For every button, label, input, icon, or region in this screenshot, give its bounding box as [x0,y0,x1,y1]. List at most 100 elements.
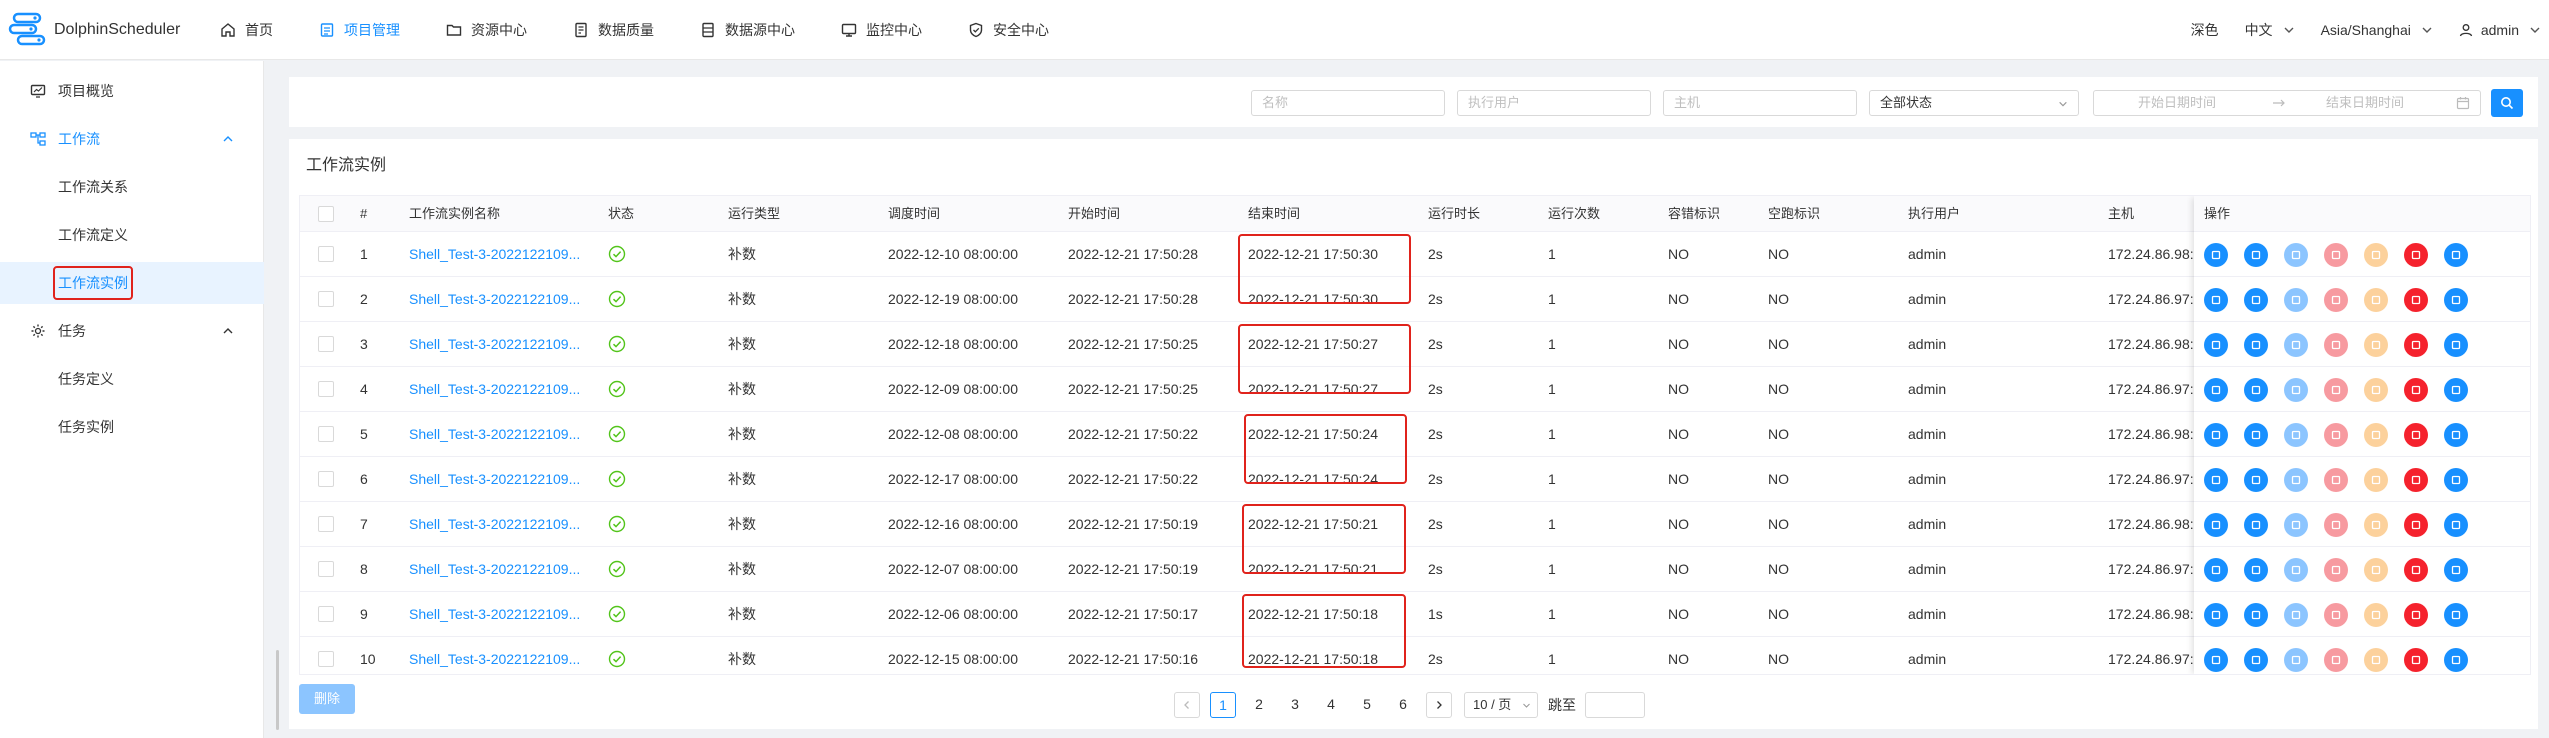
recover-failed-button[interactable] [2284,288,2308,312]
jump-page-input[interactable] [1585,692,1645,718]
cell-instance-name[interactable]: Shell_Test-3-2022122109... [409,592,580,637]
delete-button[interactable] [2404,423,2428,447]
batch-delete-button[interactable]: 删除 [299,684,355,714]
cell-instance-name[interactable]: Shell_Test-3-2022122109... [409,412,580,457]
sidebar-item-task-definition[interactable]: 任务定义 [0,358,264,400]
delete-button[interactable] [2404,513,2428,537]
pause-button[interactable] [2364,648,2388,672]
sidebar-item-workflow-instance[interactable]: 工作流实例 [0,262,264,304]
delete-button[interactable] [2404,333,2428,357]
cell-instance-name[interactable]: Shell_Test-3-2022122109... [409,637,580,674]
row-checkbox[interactable] [318,516,334,532]
rerun-button[interactable] [2244,468,2268,492]
recover-failed-button[interactable] [2284,243,2308,267]
page-3[interactable]: 3 [1282,692,1308,718]
stop-button[interactable] [2324,333,2348,357]
edit-button[interactable] [2204,513,2228,537]
gantt-button[interactable] [2444,468,2468,492]
nav-security[interactable]: 安全中心 [968,20,1049,40]
next-page-button[interactable] [1426,692,1452,718]
cell-instance-name[interactable]: Shell_Test-3-2022122109... [409,277,580,322]
pause-button[interactable] [2364,333,2388,357]
page-6[interactable]: 6 [1390,692,1416,718]
delete-button[interactable] [2404,603,2428,627]
gantt-button[interactable] [2444,333,2468,357]
page-1[interactable]: 1 [1210,692,1236,718]
delete-button[interactable] [2404,243,2428,267]
delete-button[interactable] [2404,468,2428,492]
recover-failed-button[interactable] [2284,468,2308,492]
stop-button[interactable] [2324,468,2348,492]
row-checkbox[interactable] [318,246,334,262]
rerun-button[interactable] [2244,378,2268,402]
row-checkbox[interactable] [318,291,334,307]
prev-page-button[interactable] [1174,692,1200,718]
pause-button[interactable] [2364,513,2388,537]
select-all-checkbox[interactable] [318,206,334,222]
cell-instance-name[interactable]: Shell_Test-3-2022122109... [409,502,580,547]
cell-instance-name[interactable]: Shell_Test-3-2022122109... [409,547,580,592]
nav-resource[interactable]: 资源中心 [446,20,527,40]
sidebar-item-workflow-relation[interactable]: 工作流关系 [0,166,264,208]
gantt-button[interactable] [2444,558,2468,582]
sidebar-group-task[interactable]: 任务 [0,310,264,352]
pause-button[interactable] [2364,243,2388,267]
nav-home[interactable]: 首页 [220,20,273,40]
gantt-button[interactable] [2444,378,2468,402]
recover-failed-button[interactable] [2284,648,2308,672]
stop-button[interactable] [2324,513,2348,537]
name-input[interactable]: 名称 [1251,90,1445,116]
rerun-button[interactable] [2244,513,2268,537]
timezone-select[interactable]: Asia/Shanghai [2321,22,2433,38]
rerun-button[interactable] [2244,603,2268,627]
recover-failed-button[interactable] [2284,378,2308,402]
executor-input[interactable]: 执行用户 [1457,90,1651,116]
stop-button[interactable] [2324,603,2348,627]
edit-button[interactable] [2204,423,2228,447]
nav-project[interactable]: 项目管理 [319,20,400,40]
cell-instance-name[interactable]: Shell_Test-3-2022122109... [409,232,580,277]
gantt-button[interactable] [2444,513,2468,537]
search-button[interactable] [2491,89,2523,117]
cell-instance-name[interactable]: Shell_Test-3-2022122109... [409,367,580,412]
theme-toggle[interactable]: 深色 [2191,20,2219,40]
date-range-picker[interactable]: 开始日期时间 结束日期时间 [2093,90,2481,116]
edit-button[interactable] [2204,288,2228,312]
stop-button[interactable] [2324,648,2348,672]
nav-datasource[interactable]: 数据源中心 [700,20,795,40]
row-checkbox[interactable] [318,381,334,397]
recover-failed-button[interactable] [2284,603,2308,627]
page-size-select[interactable]: 10 / 页 [1464,692,1538,718]
row-checkbox[interactable] [318,471,334,487]
edit-button[interactable] [2204,333,2228,357]
rerun-button[interactable] [2244,423,2268,447]
row-checkbox[interactable] [318,426,334,442]
language-select[interactable]: 中文 [2245,20,2295,40]
delete-button[interactable] [2404,378,2428,402]
nav-data-quality[interactable]: 数据质量 [573,20,654,40]
edit-button[interactable] [2204,648,2228,672]
rerun-button[interactable] [2244,333,2268,357]
edit-button[interactable] [2204,378,2228,402]
pause-button[interactable] [2364,603,2388,627]
recover-failed-button[interactable] [2284,558,2308,582]
recover-failed-button[interactable] [2284,423,2308,447]
app-logo[interactable]: DolphinScheduler [8,12,180,48]
row-checkbox[interactable] [318,606,334,622]
pause-button[interactable] [2364,558,2388,582]
edit-button[interactable] [2204,468,2228,492]
recover-failed-button[interactable] [2284,333,2308,357]
rerun-button[interactable] [2244,288,2268,312]
gantt-button[interactable] [2444,603,2468,627]
pause-button[interactable] [2364,288,2388,312]
pause-button[interactable] [2364,423,2388,447]
rerun-button[interactable] [2244,243,2268,267]
edit-button[interactable] [2204,558,2228,582]
gantt-button[interactable] [2444,243,2468,267]
pause-button[interactable] [2364,468,2388,492]
gantt-button[interactable] [2444,423,2468,447]
row-checkbox[interactable] [318,561,334,577]
user-menu[interactable]: admin [2459,22,2541,38]
stop-button[interactable] [2324,558,2348,582]
edit-button[interactable] [2204,603,2228,627]
